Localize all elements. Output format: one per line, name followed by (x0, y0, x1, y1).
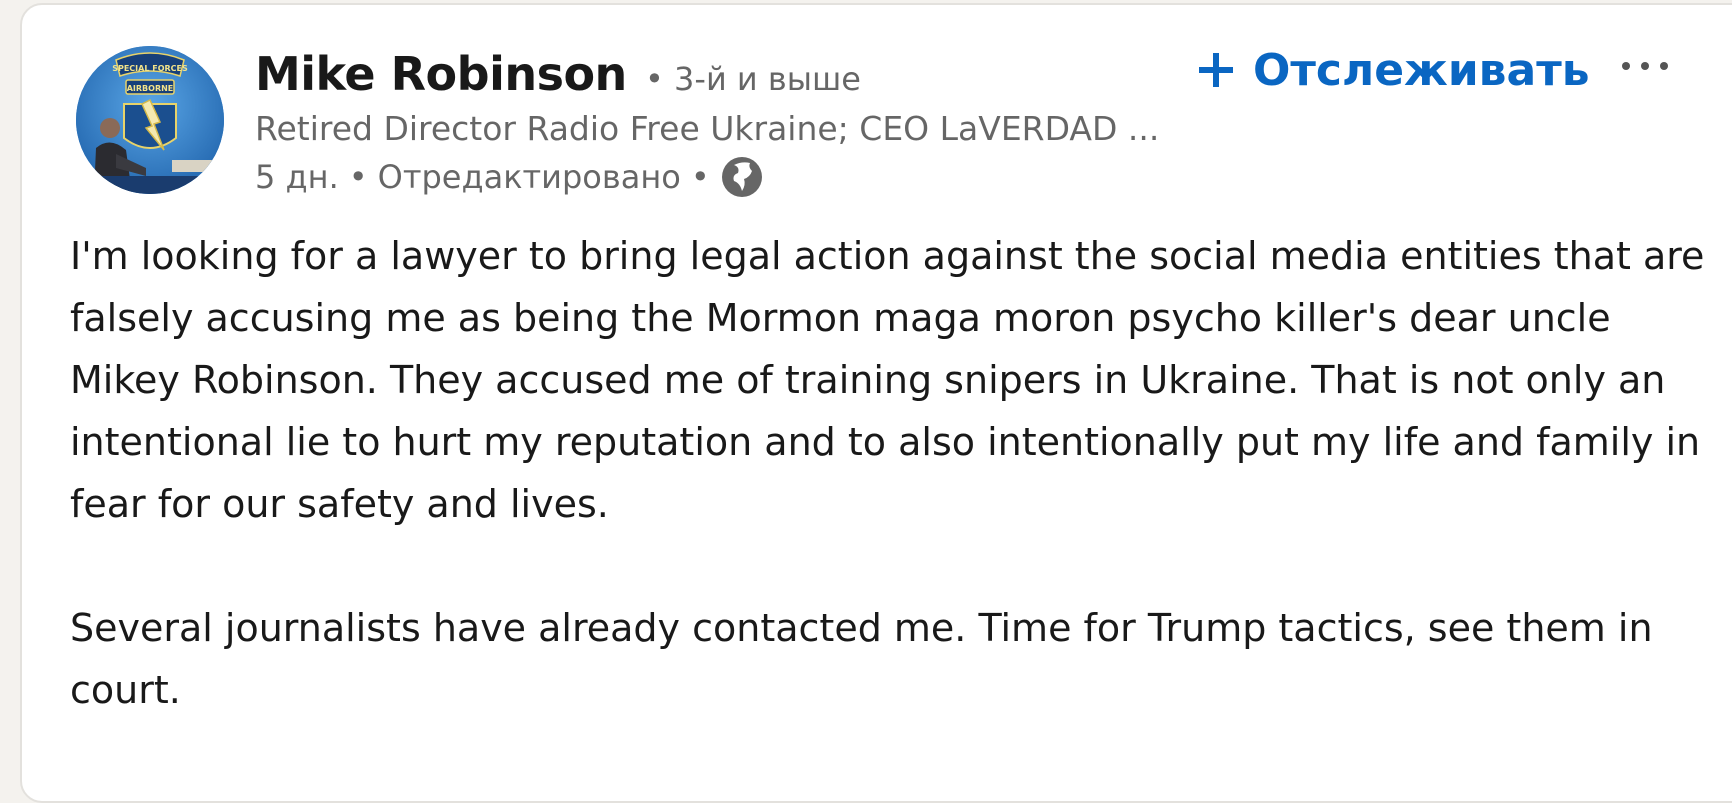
avatar[interactable]: SPECIAL FORCES AIRBORNE (76, 46, 224, 194)
avatar-tab-top-text: SPECIAL FORCES (112, 64, 188, 73)
plus-icon (1195, 49, 1237, 91)
more-options-button[interactable] (1618, 52, 1672, 80)
more-horizontal-icon (1622, 62, 1668, 70)
meta-separator: • (348, 158, 368, 196)
follow-button[interactable]: Отслеживать (1195, 40, 1590, 100)
avatar-tab-text: AIRBORNE (127, 84, 174, 93)
connection-degree: • 3-й и выше (634, 60, 861, 98)
post-time: 5 дн. (255, 158, 339, 196)
meta-separator-2: • (690, 158, 710, 196)
author-line: Mike Robinson • 3-й и выше (255, 44, 861, 115)
edited-label: Отредактировано (377, 158, 681, 196)
globe-icon (720, 155, 764, 199)
post-paragraph-1: I'm looking for a lawyer to bring legal … (70, 234, 1705, 526)
post-body: I'm looking for a lawyer to bring legal … (70, 225, 1720, 721)
post-meta: 5 дн. • Отредактировано • (255, 154, 764, 200)
follow-label: Отслеживать (1253, 44, 1590, 96)
author-headline: Retired Director Radio Free Ukraine; CEO… (255, 109, 1160, 148)
avatar-image: SPECIAL FORCES AIRBORNE (76, 46, 224, 194)
post-paragraph-2: Several journalists have already contact… (70, 606, 1653, 712)
author-name[interactable]: Mike Robinson (255, 47, 627, 101)
